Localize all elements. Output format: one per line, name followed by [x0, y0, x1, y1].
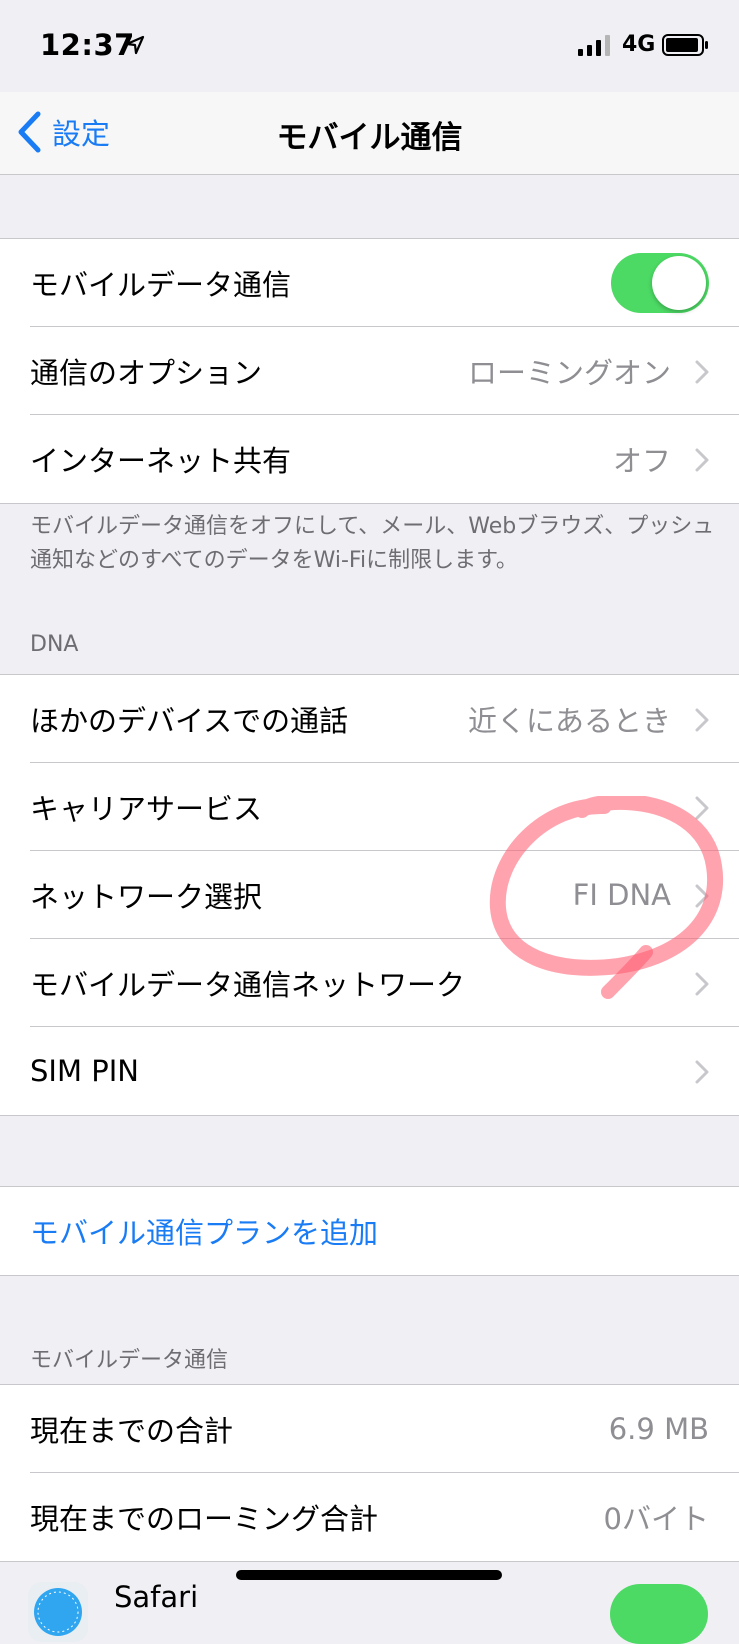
add-cellular-plan-button[interactable]: モバイル通信プランを追加 — [0, 1187, 739, 1275]
location-arrow-icon — [125, 35, 145, 55]
chevron-right-icon — [695, 884, 709, 908]
chevron-right-icon — [695, 360, 709, 384]
usage-section-header: モバイルデータ通信 — [30, 1348, 229, 1373]
safari-data-toggle[interactable] — [610, 1584, 708, 1644]
safari-app-label: Safari — [114, 1580, 199, 1614]
mobile-data-toggle[interactable] — [611, 253, 709, 313]
battery-icon — [662, 34, 708, 56]
cellular-settings-group: モバイルデータ通信 通信のオプション ローミングオン インターネット共有 オフ — [0, 238, 739, 504]
network-type: 4G — [622, 32, 656, 57]
cellular-data-network-row[interactable]: モバイルデータ通信ネットワーク — [0, 939, 739, 1027]
chevron-right-icon — [695, 708, 709, 732]
carrier-services-label: キャリアサービス — [30, 792, 263, 826]
cellular-options-value: ローミングオン — [467, 356, 671, 390]
personal-hotspot-label: インターネット共有 — [30, 444, 292, 478]
calls-other-devices-label: ほかのデバイスでの通話 — [30, 704, 349, 738]
carrier-services-row[interactable]: キャリアサービス — [0, 763, 739, 851]
current-total-row: 現在までの合計 6.9 MB — [0, 1385, 739, 1473]
network-selection-value: FI DNA — [572, 878, 671, 912]
add-cellular-plan-label: モバイル通信プランを追加 — [30, 1216, 379, 1250]
chevron-right-icon — [695, 972, 709, 996]
roaming-total-value: 0バイト — [603, 1502, 709, 1536]
home-indicator — [236, 1570, 502, 1580]
cellular-signal-icon — [578, 35, 610, 56]
current-total-value: 6.9 MB — [608, 1412, 709, 1446]
sim-pin-label: SIM PIN — [30, 1054, 139, 1088]
roaming-total-row: 現在までのローミング合計 0バイト — [0, 1473, 739, 1561]
add-plan-group: モバイル通信プランを追加 — [0, 1186, 739, 1276]
cellular-options-label: 通信のオプション — [30, 356, 263, 390]
sim-pin-row[interactable]: SIM PIN — [0, 1027, 739, 1115]
usage-group: 現在までの合計 6.9 MB 現在までのローミング合計 0バイト — [0, 1384, 739, 1562]
cellular-data-network-label: モバイルデータ通信ネットワーク — [30, 968, 466, 1002]
personal-hotspot-value: オフ — [612, 444, 671, 478]
chevron-right-icon — [695, 796, 709, 820]
chevron-right-icon — [695, 1060, 709, 1084]
safari-icon — [28, 1582, 88, 1642]
chevron-right-icon — [695, 448, 709, 472]
status-bar: 12:37 4G — [0, 0, 739, 92]
personal-hotspot-row[interactable]: インターネット共有 オフ — [0, 415, 739, 503]
mobile-data-label: モバイルデータ通信 — [30, 268, 292, 302]
carrier-section-header: DNA — [30, 632, 79, 657]
network-selection-row[interactable]: ネットワーク選択 FI DNA — [0, 851, 739, 939]
carrier-settings-group: ほかのデバイスでの通話 近くにあるとき キャリアサービス ネットワーク選択 FI… — [0, 674, 739, 1116]
navigation-bar: 設定 モバイル通信 — [0, 92, 739, 175]
page-title: モバイル通信 — [276, 120, 463, 156]
network-selection-label: ネットワーク選択 — [30, 880, 263, 914]
mobile-data-row: モバイルデータ通信 — [0, 239, 739, 327]
roaming-total-label: 現在までのローミング合計 — [30, 1502, 379, 1536]
mobile-data-footer-note: モバイルデータ通信をオフにして、メール、Webブラウズ、プッシュ通知などのすべて… — [30, 514, 715, 573]
current-total-label: 現在までの合計 — [30, 1414, 234, 1448]
calls-other-devices-row[interactable]: ほかのデバイスでの通話 近くにあるとき — [0, 675, 739, 763]
calls-other-devices-value: 近くにあるとき — [467, 704, 671, 738]
toggle-knob — [652, 256, 706, 310]
status-time: 12:37 — [40, 28, 135, 62]
cellular-options-row[interactable]: 通信のオプション ローミングオン — [0, 327, 739, 415]
